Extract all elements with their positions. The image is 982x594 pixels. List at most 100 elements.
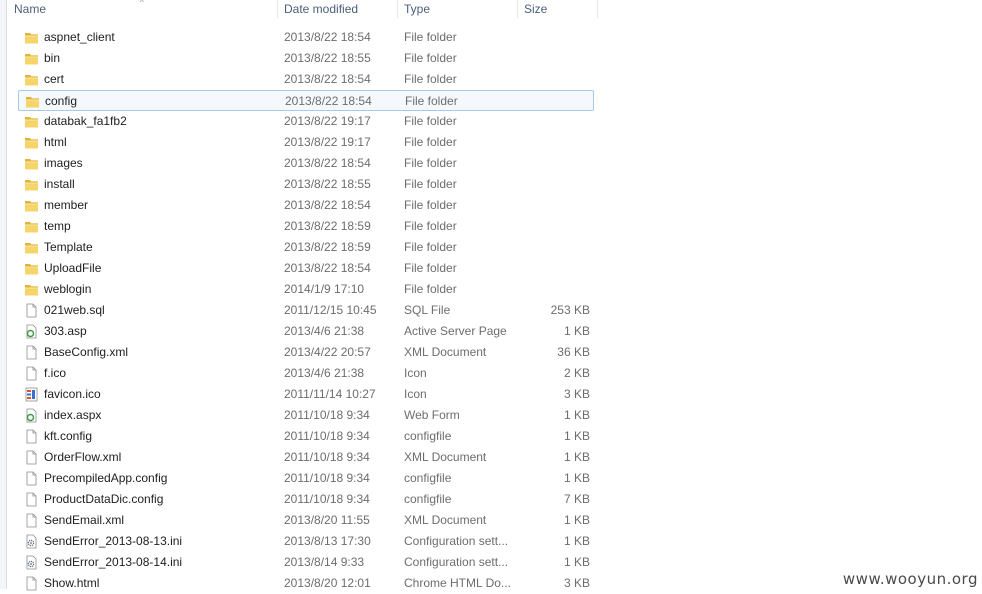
file-row-kft-config[interactable]: kft.config 2011/10/18 9:34 configfile 1 KB bbox=[18, 426, 594, 447]
file-type: File folder bbox=[404, 135, 457, 149]
file-date-modified: 2013/4/6 21:38 bbox=[284, 324, 365, 338]
file-row-orderflow-xml[interactable]: OrderFlow.xml 2011/10/18 9:34 XML Document… bbox=[18, 447, 594, 468]
file-type: File folder bbox=[404, 198, 457, 212]
file-size bbox=[518, 174, 590, 195]
column-header-size[interactable]: Size bbox=[518, 0, 598, 18]
file-type: File folder bbox=[404, 219, 457, 233]
file-row-images[interactable]: images 2013/8/22 18:54 File folder bbox=[18, 153, 594, 174]
file-size: 36 KB bbox=[557, 345, 590, 359]
file-name: SendEmail.xml bbox=[44, 513, 125, 527]
file-row-index-aspx[interactable]: index.aspx 2011/10/18 9:34 Web Form 1 KB bbox=[18, 405, 594, 426]
file-size: 1 KB bbox=[563, 555, 590, 569]
file-type: Configuration sett... bbox=[404, 555, 509, 569]
file-name: temp bbox=[44, 219, 71, 233]
file-date-modified: 2013/8/22 18:55 bbox=[284, 177, 371, 191]
column-header-name[interactable]: Name bbox=[8, 0, 278, 18]
file-name: Show.html bbox=[44, 576, 100, 590]
file-name: 303.asp bbox=[44, 324, 87, 338]
file-date-modified: 2013/8/22 18:59 bbox=[284, 219, 371, 233]
watermark: www.wooyun.org bbox=[840, 569, 980, 589]
file-type: File folder bbox=[404, 177, 457, 191]
folder-icon bbox=[24, 198, 39, 213]
file-size bbox=[518, 195, 590, 216]
file-type: File folder bbox=[404, 30, 457, 44]
file-row-bin[interactable]: bin 2013/8/22 18:55 File folder bbox=[18, 48, 594, 69]
ini-file-icon bbox=[24, 534, 39, 549]
file-row-senderror-2013-08-14-ini[interactable]: SendError_2013-08-14.ini 2013/8/14 9:33 Co… bbox=[18, 552, 594, 573]
file-row-aspnet-client[interactable]: aspnet_client 2013/8/22 18:54 File folder bbox=[18, 27, 594, 48]
file-date-modified: 2013/8/22 18:54 bbox=[284, 261, 371, 275]
file-name: SendError_2013-08-14.ini bbox=[44, 555, 183, 569]
file-name: f.ico bbox=[44, 366, 67, 380]
file-row-show-html[interactable]: Show.html 2013/8/20 12:01 Chrome HTML Do..… bbox=[18, 573, 594, 594]
file-row-senderror-2013-08-13-ini[interactable]: SendError_2013-08-13.ini 2013/8/13 17:30 C… bbox=[18, 531, 594, 552]
file-row-baseconfig-xml[interactable]: BaseConfig.xml 2013/4/22 20:57 XML Documen… bbox=[18, 342, 594, 363]
file-row-uploadfile[interactable]: UploadFile 2013/8/22 18:54 File folder bbox=[18, 258, 594, 279]
file-row-productdatadic-config[interactable]: ProductDataDic.config 2011/10/18 9:34 conf… bbox=[18, 489, 594, 510]
file-name: ProductDataDic.config bbox=[44, 492, 164, 506]
ini-file-icon bbox=[24, 555, 39, 570]
file-icon bbox=[24, 429, 39, 444]
file-type: Active Server Page bbox=[404, 324, 507, 338]
file-type: File folder bbox=[404, 240, 457, 254]
file-row-cert[interactable]: cert 2013/8/22 18:54 File folder bbox=[18, 69, 594, 90]
file-date-modified: 2013/8/22 18:54 bbox=[284, 198, 371, 212]
file-row-sendemail-xml[interactable]: SendEmail.xml 2013/8/20 11:55 XML Document… bbox=[18, 510, 594, 531]
file-name: BaseConfig.xml bbox=[44, 345, 129, 359]
folder-icon bbox=[24, 261, 39, 276]
file-row-config[interactable]: config 2013/8/22 18:54 File folder bbox=[18, 90, 594, 111]
file-type: Configuration sett... bbox=[404, 534, 509, 548]
file-row-install[interactable]: install 2013/8/22 18:55 File folder bbox=[18, 174, 594, 195]
folder-icon bbox=[24, 30, 39, 45]
file-date-modified: 2013/8/22 18:59 bbox=[284, 240, 371, 254]
folder-icon bbox=[24, 177, 39, 192]
file-icon bbox=[24, 345, 39, 360]
column-header-type[interactable]: Type bbox=[398, 0, 518, 18]
left-pane-edge bbox=[0, 0, 7, 589]
file-row-favicon-ico[interactable]: favicon.ico 2011/11/14 10:27 Icon 3 KB bbox=[18, 384, 594, 405]
file-row-f-ico[interactable]: f.ico 2013/4/6 21:38 Icon 2 KB bbox=[18, 363, 594, 384]
folder-icon bbox=[24, 240, 39, 255]
file-date-modified: 2013/8/20 12:01 bbox=[284, 576, 371, 590]
file-icon bbox=[24, 450, 39, 465]
file-date-modified: 2013/4/22 20:57 bbox=[284, 345, 371, 359]
file-size bbox=[518, 279, 590, 300]
file-row-303-asp[interactable]: 303.asp 2013/4/6 21:38 Active Server Page 1… bbox=[18, 321, 594, 342]
file-row-temp[interactable]: temp 2013/8/22 18:59 File folder bbox=[18, 216, 594, 237]
file-size: 2 KB bbox=[563, 366, 590, 380]
file-type: File folder bbox=[404, 282, 457, 296]
file-date-modified: 2013/8/14 9:33 bbox=[284, 555, 365, 569]
file-size bbox=[518, 69, 590, 90]
file-row-html[interactable]: html 2013/8/22 19:17 File folder bbox=[18, 132, 594, 153]
file-type: File folder bbox=[404, 51, 457, 65]
file-row-weblogin[interactable]: weblogin 2014/1/9 17:10 File folder bbox=[18, 279, 594, 300]
file-type: File folder bbox=[404, 72, 457, 86]
file-size: 7 KB bbox=[563, 492, 590, 506]
file-size bbox=[519, 91, 591, 112]
file-date-modified: 2013/8/22 18:54 bbox=[284, 72, 371, 86]
file-row-databak-fa1fb2[interactable]: databak_fa1fb2 2013/8/22 19:17 File folder bbox=[18, 111, 594, 132]
file-date-modified: 2011/10/18 9:34 bbox=[284, 450, 370, 464]
file-date-modified: 2011/10/18 9:34 bbox=[284, 471, 370, 485]
file-size: 1 KB bbox=[563, 429, 590, 443]
file-row-template[interactable]: Template 2013/8/22 18:59 File folder bbox=[18, 237, 594, 258]
file-name: install bbox=[44, 177, 75, 191]
file-type: File folder bbox=[404, 156, 457, 170]
file-name: config bbox=[45, 94, 78, 108]
file-date-modified: 2011/12/15 10:45 bbox=[284, 303, 377, 317]
folder-icon bbox=[25, 94, 40, 109]
file-row-member[interactable]: member 2013/8/22 18:54 File folder bbox=[18, 195, 594, 216]
file-type: File folder bbox=[405, 94, 458, 108]
file-type: SQL File bbox=[404, 303, 451, 317]
file-date-modified: 2014/1/9 17:10 bbox=[284, 282, 365, 296]
file-row-precompiledapp-config[interactable]: PrecompiledApp.config 2011/10/18 9:34 conf… bbox=[18, 468, 594, 489]
file-name: html bbox=[44, 135, 67, 149]
file-row-021web-sql[interactable]: 021web.sql 2011/12/15 10:45 SQL File 253 KB bbox=[18, 300, 594, 321]
file-name: weblogin bbox=[44, 282, 92, 296]
file-date-modified: 2013/8/22 18:55 bbox=[284, 51, 371, 65]
file-date-modified: 2013/8/13 17:30 bbox=[284, 534, 371, 548]
column-header-date-modified[interactable]: Date modified bbox=[278, 0, 398, 18]
folder-icon bbox=[24, 51, 39, 66]
file-name: databak_fa1fb2 bbox=[44, 114, 127, 128]
file-size: 253 KB bbox=[550, 303, 590, 317]
